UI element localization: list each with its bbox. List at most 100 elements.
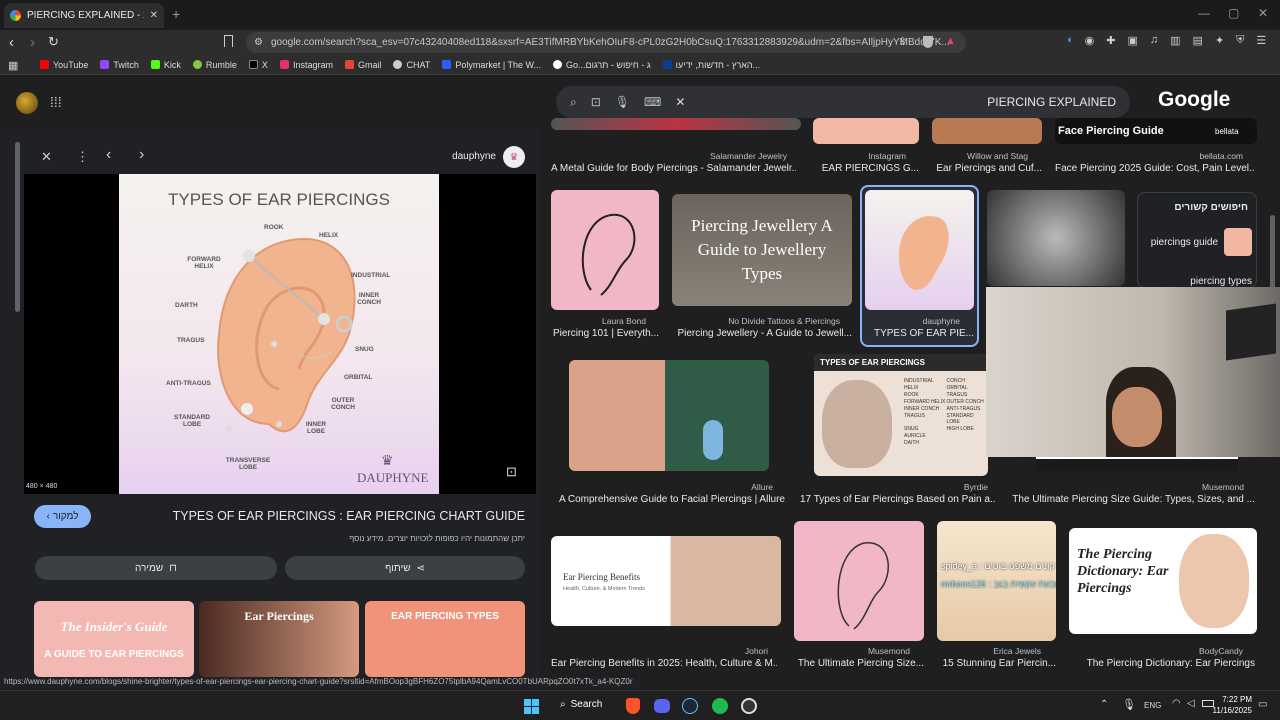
bookmark-polymarket[interactable]: Polymarket | The W... xyxy=(442,60,541,70)
result-caption[interactable]: 17 Types of Ear Piercings Based on Pain … xyxy=(800,494,996,505)
result-caption[interactable]: A Comprehensive Guide to Facial Piercing… xyxy=(551,494,785,505)
clock-date[interactable]: 11/16/2025 xyxy=(1206,706,1252,715)
keyboard-icon[interactable]: ⌨ xyxy=(644,95,661,109)
microphone-icon[interactable]: 🎙 xyxy=(1122,698,1136,711)
bookmark-instagram[interactable]: Instagram xyxy=(279,60,333,70)
windows-start-icon[interactable] xyxy=(524,699,539,714)
back-icon[interactable]: ‹ xyxy=(9,34,14,51)
result-image-piercing-jewellery[interactable]: Piercing Jewellery A Guide to Jewellery … xyxy=(672,194,852,306)
search-icon[interactable]: ⌕ xyxy=(570,95,577,110)
related-image-ear-piercings[interactable]: Ear Piercings xyxy=(199,601,359,677)
lens-icon[interactable]: ⊡ xyxy=(591,95,601,109)
result-caption[interactable]: The Ultimate Piercing Size Guide: Types,… xyxy=(1008,494,1255,505)
minimize-icon[interactable]: — xyxy=(1198,6,1210,20)
result-caption[interactable]: Piercing Jewellery - A Guide to Jewell..… xyxy=(672,328,852,339)
user-avatar[interactable] xyxy=(16,92,38,114)
result-image[interactable] xyxy=(813,118,919,144)
extension-icon[interactable]: ▣ xyxy=(1127,34,1137,47)
menu-icon[interactable]: ☰ xyxy=(1256,34,1266,47)
reload-icon[interactable]: ↻ xyxy=(48,34,59,50)
browser-tab[interactable]: PIERCING EXPLAINED - חיפוש ב ✕ xyxy=(4,3,164,28)
clock-time[interactable]: 7:22 PM xyxy=(1220,695,1252,704)
discord-taskbar-icon[interactable] xyxy=(654,699,670,713)
bookmark-chat[interactable]: CHAT xyxy=(393,60,430,70)
address-bar[interactable]: ⚙ google.com/search?sca_esv=07c43240408e… xyxy=(246,32,966,53)
result-caption[interactable]: Face Piercing 2025 Guide: Cost, Pain Lev… xyxy=(1055,163,1255,174)
save-button[interactable]: שמירה ⊓ xyxy=(35,556,277,580)
tray-chevron-icon[interactable]: ⌃ xyxy=(1100,699,1108,710)
search-box[interactable]: ⌕ ⊡ 🎙 ⌨ ✕ PIERCING EXPLAINED xyxy=(556,86,1130,118)
bookmark-rumble[interactable]: Rumble xyxy=(192,60,237,70)
copyright-notice[interactable]: יתכן שהתמונות יהיו כפופות לזכויות יוצרים… xyxy=(200,534,525,543)
lens-search-icon[interactable]: ⊡ xyxy=(506,464,517,480)
result-image-types-of-ear-piercings[interactable] xyxy=(865,190,974,310)
sidebar-icon[interactable]: ▥ xyxy=(1170,34,1180,47)
brave-shield-icon[interactable] xyxy=(923,36,933,48)
bookmark-haaretz[interactable]: הארץ - חדשות, ידיעו... xyxy=(662,60,760,70)
bookmark-youtube[interactable]: YouTube xyxy=(40,60,88,70)
previous-image-icon[interactable]: ‹ xyxy=(106,146,111,164)
result-image-byrdie-chart[interactable]: TYPES OF EAR PIERCINGS INDUSTRIAL CONCH H… xyxy=(814,354,988,476)
volume-icon[interactable]: ◁ xyxy=(1187,698,1195,709)
wallet-icon[interactable]: ▤ xyxy=(1193,34,1203,47)
bookmark-kick[interactable]: Kick xyxy=(150,60,181,70)
panel-scrollbar[interactable] xyxy=(15,142,20,312)
mic-icon[interactable]: 🎙 xyxy=(615,95,630,109)
taskbar-search[interactable]: ⌕ Search xyxy=(560,699,602,710)
more-options-icon[interactable]: ⋮ xyxy=(76,149,89,165)
extension-icon[interactable]: ◉ xyxy=(1085,34,1095,47)
google-apps-icon[interactable]: ⁞⁞⁞ xyxy=(50,94,62,110)
share-icon[interactable]: ⇪ xyxy=(898,35,907,48)
related-image-insiders-guide[interactable]: The Insider's Guide A GUIDE TO EAR PIERC… xyxy=(34,601,194,677)
result-caption[interactable]: Ear Piercing Benefits in 2025: Health, C… xyxy=(551,658,777,669)
music-icon[interactable]: ♫ xyxy=(1150,34,1158,47)
maximize-icon[interactable]: ▢ xyxy=(1228,6,1239,20)
source-favicon[interactable]: ♛ xyxy=(503,146,525,168)
visit-button[interactable]: ‹ למקור xyxy=(34,505,91,528)
bookmark-x[interactable]: X xyxy=(248,60,268,70)
puzzle-icon[interactable]: ✚ xyxy=(1106,34,1115,47)
bookmark-icon[interactable] xyxy=(224,35,233,47)
result-caption[interactable]: EAR PIERCINGS G... xyxy=(813,163,919,174)
result-caption[interactable]: Ear Piercings and Cuf... xyxy=(932,163,1042,174)
result-caption[interactable]: The Ultimate Piercing Size... xyxy=(794,658,924,669)
language-indicator[interactable]: ENG xyxy=(1144,701,1161,710)
share-button[interactable]: שיתוף ⋖ xyxy=(285,556,525,580)
close-panel-icon[interactable]: ✕ xyxy=(41,149,52,165)
result-image-piercing-101[interactable] xyxy=(551,190,659,310)
clear-icon[interactable]: ✕ xyxy=(675,95,685,109)
result-caption[interactable]: The Piercing Dictionary: Ear Piercings xyxy=(1069,658,1255,669)
bookmark-google-translate[interactable]: Go...ג - חיפוש - תרגום xyxy=(553,60,651,70)
extension-icon[interactable]: ◖ xyxy=(1066,34,1073,47)
result-image-ultimate-piercing-size[interactable] xyxy=(794,521,924,641)
wifi-icon[interactable]: ◠ xyxy=(1172,698,1181,709)
result-caption[interactable]: TYPES OF EAR PIE... xyxy=(865,328,974,339)
vpn-icon[interactable]: ⛨ xyxy=(1236,34,1244,47)
result-image-ear-photo[interactable] xyxy=(987,190,1125,286)
steam-taskbar-icon[interactable] xyxy=(682,698,698,714)
ai-icon[interactable]: ✦ xyxy=(1215,34,1224,47)
obs-taskbar-icon[interactable] xyxy=(741,698,757,714)
close-tab-icon[interactable]: ✕ xyxy=(150,10,158,21)
next-image-icon[interactable]: › xyxy=(139,146,144,164)
new-tab-icon[interactable]: + xyxy=(172,6,180,22)
brave-rewards-icon[interactable]: ▲ xyxy=(945,35,956,47)
ear-piercing-chart-image[interactable]: TYPES OF EAR PIERCINGS ROOK HELIX FORWAR… xyxy=(119,174,439,494)
spotify-taskbar-icon[interactable] xyxy=(712,698,728,714)
brave-taskbar-icon[interactable] xyxy=(626,698,640,714)
result-image-stunning-ear-piercings[interactable]: spidey_a : קונים משפט בוטים mrboos126 : … xyxy=(937,521,1056,641)
google-logo[interactable]: Google xyxy=(1158,88,1230,112)
forward-icon[interactable]: › xyxy=(30,34,35,51)
bookmark-twitch[interactable]: Twitch xyxy=(100,60,139,70)
source-name[interactable]: dauphyne xyxy=(430,151,496,162)
result-image-piercing-dictionary[interactable]: The Piercing Dictionary: Ear Piercings xyxy=(1069,528,1257,634)
result-caption[interactable]: A Metal Guide for Body Piercings - Salam… xyxy=(551,163,796,174)
bookmark-gmail[interactable]: Gmail xyxy=(344,60,381,70)
close-window-icon[interactable]: ✕ xyxy=(1258,6,1268,20)
result-image-ear-piercing-benefits[interactable]: Ear Piercing Benefits Health, Culture, &… xyxy=(551,536,781,626)
result-image-face-piercing[interactable]: Face Piercing Guide bellata xyxy=(1055,118,1257,144)
result-caption[interactable]: 15 Stunning Ear Piercin... xyxy=(937,658,1056,669)
result-image[interactable] xyxy=(932,118,1042,144)
related-image-piercing-types[interactable]: EAR PIERCING TYPES xyxy=(365,601,525,677)
result-image-facial-piercings[interactable] xyxy=(569,360,769,471)
